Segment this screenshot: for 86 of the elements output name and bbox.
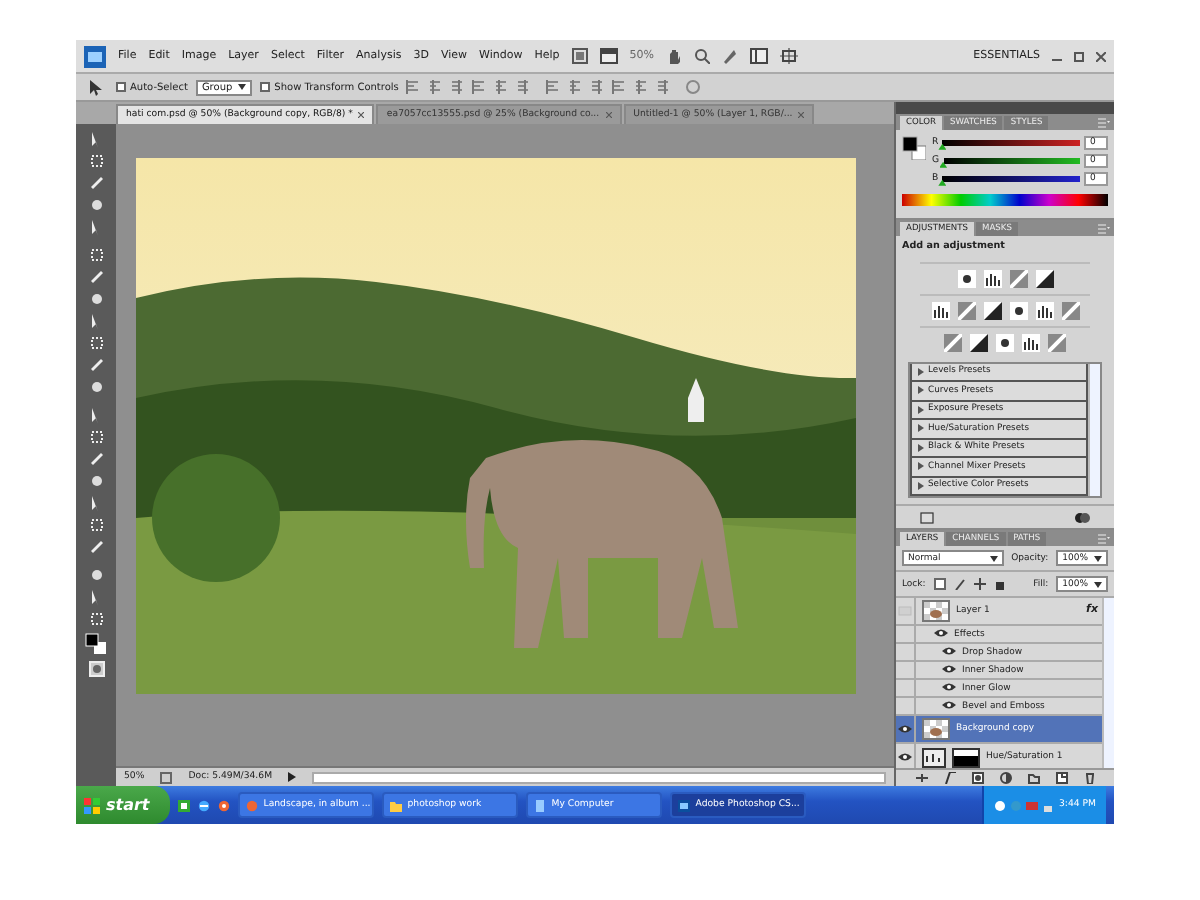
align-icon[interactable] [656, 80, 671, 94]
adjustment-icon[interactable] [1009, 301, 1027, 320]
maximize-icon[interactable] [1074, 51, 1084, 61]
visibility-eye-icon[interactable] [942, 700, 956, 711]
close-icon[interactable] [605, 112, 612, 118]
delete-icon[interactable] [1083, 772, 1095, 784]
computer-icon [533, 799, 546, 811]
align-icon[interactable] [450, 80, 465, 94]
zoom-icon[interactable] [693, 48, 710, 64]
adjustment-icon[interactable] [1035, 269, 1053, 288]
adjustment-icon[interactable] [1022, 333, 1040, 352]
visibility-eye-icon[interactable] [898, 724, 912, 735]
browser-icon [245, 799, 258, 811]
status-icon[interactable] [160, 771, 173, 783]
slider-thumb[interactable] [938, 179, 947, 186]
slider-thumb[interactable] [939, 161, 948, 168]
status-menu-icon[interactable] [288, 772, 297, 782]
new-adjustment-icon[interactable] [999, 772, 1011, 784]
slider-thumb[interactable] [938, 143, 947, 150]
quick-mask-icon[interactable] [87, 660, 105, 678]
adjustment-icon[interactable] [931, 301, 949, 320]
expand-arrow-icon[interactable] [918, 424, 924, 433]
close-icon[interactable] [1096, 51, 1106, 61]
expand-arrow-icon[interactable] [918, 481, 924, 490]
color-slider[interactable] [942, 175, 1080, 182]
caret-icon[interactable] [1094, 555, 1102, 562]
adjustment-icon[interactable] [983, 269, 1001, 288]
expand-arrow-icon[interactable] [918, 443, 924, 452]
expand-arrow-icon[interactable] [918, 367, 924, 376]
adjustment-icon[interactable] [996, 333, 1014, 352]
new-group-icon[interactable] [1027, 772, 1039, 784]
adjustment-icon[interactable] [957, 269, 975, 288]
visibility-toggle[interactable] [898, 606, 912, 617]
align-icon[interactable] [546, 80, 561, 94]
caret-icon[interactable] [238, 84, 247, 90]
lock-icon[interactable] [973, 578, 986, 591]
visibility-eye-icon[interactable] [934, 628, 948, 639]
folder-icon [389, 799, 402, 811]
adjustment-icon[interactable] [983, 301, 1001, 320]
caret-icon[interactable] [1094, 581, 1102, 588]
color-spectrum-bar[interactable] [902, 193, 1108, 206]
align-icon[interactable] [516, 80, 531, 94]
expand-arrow-icon[interactable] [918, 462, 924, 471]
close-icon[interactable] [358, 112, 365, 118]
color-slider[interactable] [942, 139, 1080, 146]
quick-launch-icon[interactable] [177, 799, 190, 811]
vertical-scrollbar[interactable] [1102, 598, 1114, 768]
align-icon[interactable] [590, 80, 605, 94]
align-icon[interactable] [494, 80, 509, 94]
app-logo-icon [84, 45, 106, 67]
browser-icon[interactable] [197, 799, 210, 811]
horizontal-scrollbar[interactable] [312, 771, 886, 783]
align-icon[interactable] [428, 80, 443, 94]
app-logo-icon [677, 799, 690, 811]
arrange-icon[interactable] [749, 48, 768, 64]
expand-arrow-icon[interactable] [918, 405, 924, 414]
align-icon[interactable] [472, 80, 487, 94]
visibility-eye-icon[interactable] [898, 752, 912, 763]
adjustment-layer-icon [922, 747, 946, 768]
adjustment-icon[interactable] [970, 333, 988, 352]
windows-logo-icon [84, 797, 100, 813]
color-slider[interactable] [943, 157, 1080, 164]
align-icon[interactable] [612, 80, 627, 94]
visibility-eye-icon[interactable] [942, 646, 956, 657]
expand-arrow-icon[interactable] [918, 386, 924, 395]
align-icon[interactable] [634, 80, 649, 94]
align-icon[interactable] [406, 80, 421, 94]
quick-launch-icon[interactable] [217, 799, 230, 811]
caret-icon[interactable] [989, 555, 998, 562]
link-layers-icon[interactable] [915, 772, 927, 784]
start-button[interactable]: start [76, 786, 170, 824]
color-swatches-icon[interactable] [84, 632, 108, 656]
new-layer-icon[interactable] [1055, 772, 1067, 784]
visibility-eye-icon[interactable] [942, 682, 956, 693]
add-mask-icon[interactable] [971, 772, 983, 784]
align-icon[interactable] [568, 80, 583, 94]
layer-mask-thumbnail [952, 747, 980, 768]
hand-icon[interactable] [665, 48, 682, 64]
close-icon[interactable] [798, 112, 805, 118]
lock-icon[interactable] [993, 578, 1006, 591]
visibility-eye-icon[interactable] [942, 664, 956, 675]
foreground-background-color-icon[interactable] [902, 135, 926, 160]
vertical-scrollbar[interactable] [1088, 363, 1100, 497]
layer-thumbnail [922, 718, 950, 741]
screen-mode-icon[interactable] [599, 48, 618, 64]
adjustment-icon[interactable] [1035, 301, 1053, 320]
